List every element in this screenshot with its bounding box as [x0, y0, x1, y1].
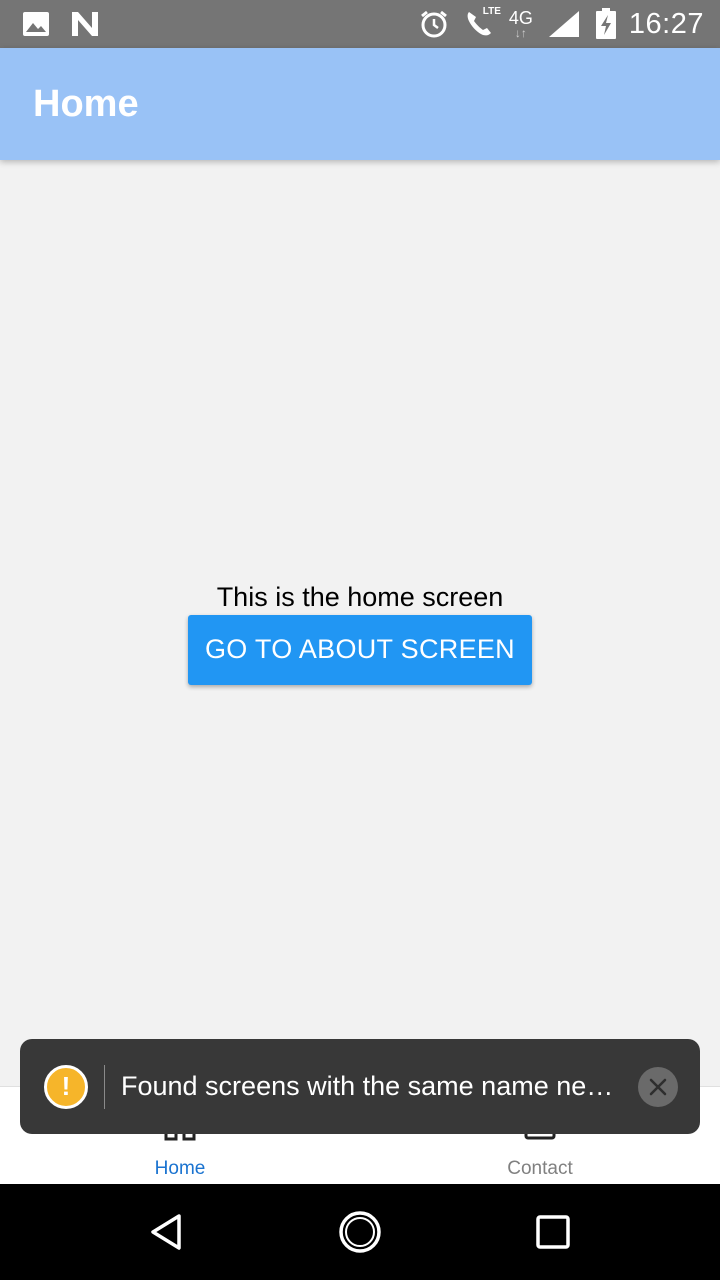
tab-home-label: Home: [154, 1158, 206, 1179]
battery-charging-icon: [595, 8, 617, 40]
recents-icon[interactable]: [523, 1202, 583, 1262]
network-type-label: 4G: [508, 8, 533, 28]
lte-label: LTE: [482, 6, 501, 17]
main-content: This is the home screen GO TO ABOUT SCRE…: [0, 160, 720, 1086]
app-bar: Home: [0, 48, 720, 160]
lte-call-icon: LTE: [463, 6, 501, 40]
toast-divider: [104, 1064, 105, 1109]
page-title: Home: [33, 82, 139, 125]
warning-icon: !: [44, 1064, 88, 1109]
go-to-about-button[interactable]: GO TO ABOUT SCREEN: [188, 614, 532, 685]
home-circle-icon[interactable]: [330, 1202, 390, 1262]
data-arrows-icon: ↓↑: [514, 26, 527, 40]
status-time: 16:27: [628, 7, 704, 40]
status-left: [22, 10, 120, 38]
image-icon: [22, 11, 50, 37]
home-screen-message: This is the home screen: [216, 581, 504, 612]
app-screen: LTE 4G ↓↑ 16:27 Home This is the home sc…: [0, 0, 720, 1280]
tab-contact-label: Contact: [507, 1158, 573, 1179]
system-nav-bar: [0, 1184, 720, 1280]
warning-toast[interactable]: ! Found screens with the same name ne…: [20, 1039, 700, 1134]
toast-message: Found screens with the same name ne…: [121, 1071, 614, 1101]
warning-glyph: !: [61, 1071, 71, 1101]
back-icon[interactable]: [137, 1202, 197, 1262]
alarm-icon: [419, 9, 449, 39]
n-logo-icon: [70, 10, 100, 38]
status-bar: LTE 4G ↓↑ 16:27: [0, 0, 720, 48]
close-icon[interactable]: [638, 1066, 678, 1107]
signal-icon: [547, 9, 581, 39]
status-right: LTE 4G ↓↑ 16:27: [405, 6, 704, 41]
4g-data-icon: 4G ↓↑: [509, 9, 533, 39]
